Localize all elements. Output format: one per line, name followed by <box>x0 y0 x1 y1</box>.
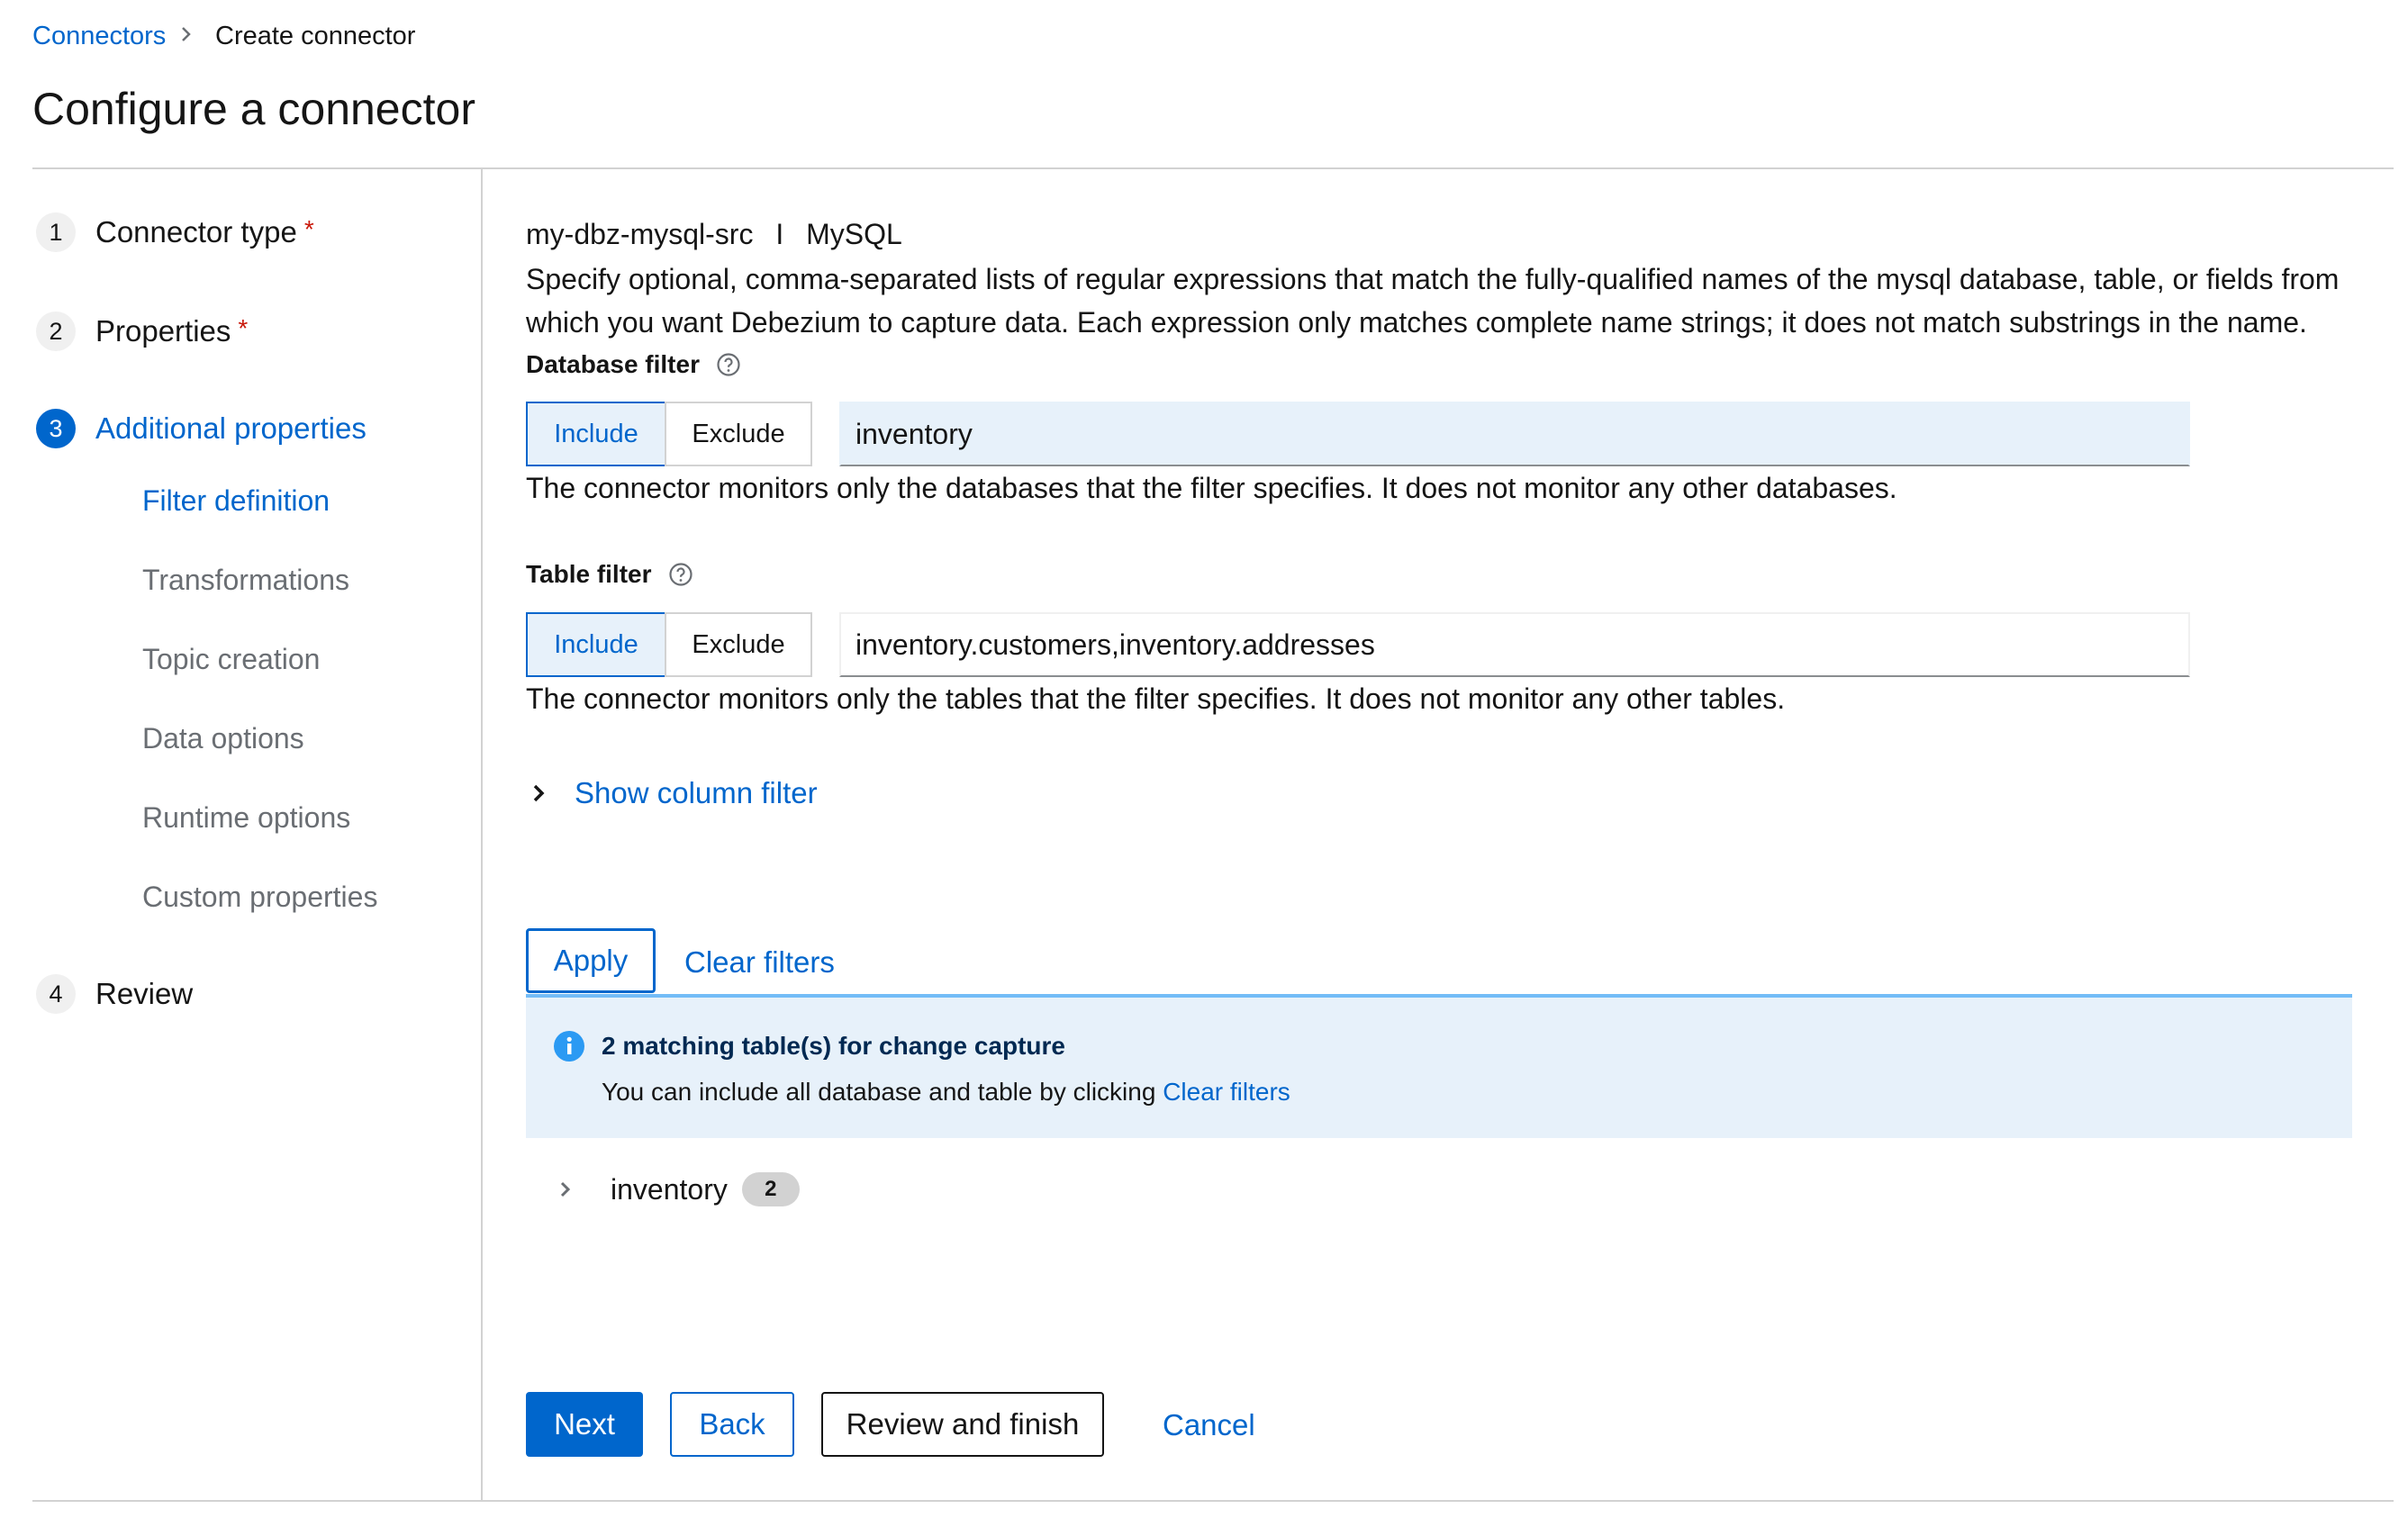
table-filter-label-row: Table filter <box>526 560 693 589</box>
tree-item-inventory[interactable]: inventory 2 <box>553 1172 800 1206</box>
wizard-step-review[interactable]: 4 Review <box>36 974 193 1014</box>
table-exclude-toggle[interactable]: Exclude <box>665 612 812 677</box>
table-filter-helper: The connector monitors only the tables t… <box>526 682 1786 715</box>
table-filter-label: Table filter <box>526 560 652 588</box>
breadcrumb-connectors-link[interactable]: Connectors <box>32 22 166 51</box>
cancel-button[interactable]: Cancel <box>1163 1408 1255 1442</box>
database-filter-input[interactable] <box>839 402 2190 466</box>
table-filter-toggle: Include Exclude <box>526 612 812 677</box>
database-filter-label-row: Database filter <box>526 350 741 379</box>
chevron-right-icon[interactable] <box>553 1177 578 1202</box>
alert-clear-filters-link[interactable]: Clear filters <box>1163 1078 1290 1106</box>
table-filter-input[interactable] <box>839 612 2190 677</box>
clear-filters-button[interactable]: Clear filters <box>684 945 835 980</box>
next-button[interactable]: Next <box>526 1392 643 1457</box>
apply-button[interactable]: Apply <box>526 928 656 993</box>
substep-data-options[interactable]: Data options <box>142 722 304 755</box>
required-indicator: * <box>238 314 249 342</box>
connector-type: MySQL <box>806 218 902 250</box>
breadcrumb-current: Create connector <box>215 22 416 50</box>
database-filter-label: Database filter <box>526 350 700 378</box>
footer-divider <box>32 1500 2394 1502</box>
step-number: 2 <box>36 312 76 351</box>
wizard-step-connector-type[interactable]: 1 Connector type * <box>36 212 314 252</box>
filter-description: Specify optional, comma-separated lists … <box>526 263 2340 339</box>
chevron-right-icon <box>182 27 191 41</box>
connector-separator: I <box>775 218 784 250</box>
chevron-right-icon <box>533 784 545 802</box>
table-include-toggle[interactable]: Include <box>526 612 666 677</box>
database-filter-helper: The connector monitors only the database… <box>526 472 1897 504</box>
step-number: 4 <box>36 974 76 1014</box>
back-button[interactable]: Back <box>670 1392 794 1457</box>
step-label: Properties * <box>95 314 249 348</box>
info-alert: 2 matching table(s) for change capture Y… <box>526 994 2352 1138</box>
substep-transformations[interactable]: Transformations <box>142 564 349 597</box>
wizard-step-properties[interactable]: 2 Properties * <box>36 312 248 351</box>
count-badge: 2 <box>741 1172 800 1206</box>
tree-item-label: inventory <box>611 1172 728 1206</box>
alert-title: 2 matching table(s) for change capture <box>602 1032 1065 1060</box>
help-icon[interactable] <box>716 352 741 377</box>
step-number: 1 <box>36 212 76 252</box>
step-label: Review <box>95 977 194 1010</box>
step-label: Additional properties <box>95 411 367 445</box>
page-title: Configure a connector <box>32 84 475 134</box>
substep-runtime-options[interactable]: Runtime options <box>142 801 350 835</box>
substep-filter-definition[interactable]: Filter definition <box>142 484 330 518</box>
show-column-filter-toggle[interactable]: Show column filter <box>526 776 818 810</box>
nav-divider <box>481 167 483 1500</box>
review-and-finish-button[interactable]: Review and finish <box>821 1392 1104 1457</box>
info-icon <box>554 1031 584 1062</box>
step-label: Connector type * <box>95 215 314 248</box>
database-exclude-toggle[interactable]: Exclude <box>665 402 812 466</box>
connector-header: my-dbz-mysql-src I MySQL <box>526 218 902 251</box>
required-indicator: * <box>303 215 314 243</box>
database-filter-toggle: Include Exclude <box>526 402 812 466</box>
substep-custom-properties[interactable]: Custom properties <box>142 881 377 914</box>
database-include-toggle[interactable]: Include <box>526 402 666 466</box>
alert-body: You can include all database and table b… <box>602 1078 1290 1106</box>
wizard-step-additional-properties[interactable]: 3 Additional properties <box>36 409 367 448</box>
connector-name: my-dbz-mysql-src <box>526 218 754 250</box>
help-icon[interactable] <box>668 562 693 587</box>
step-number: 3 <box>36 409 76 448</box>
show-column-filter-label: Show column filter <box>575 776 818 809</box>
divider <box>32 167 2394 169</box>
substep-topic-creation[interactable]: Topic creation <box>142 643 320 676</box>
